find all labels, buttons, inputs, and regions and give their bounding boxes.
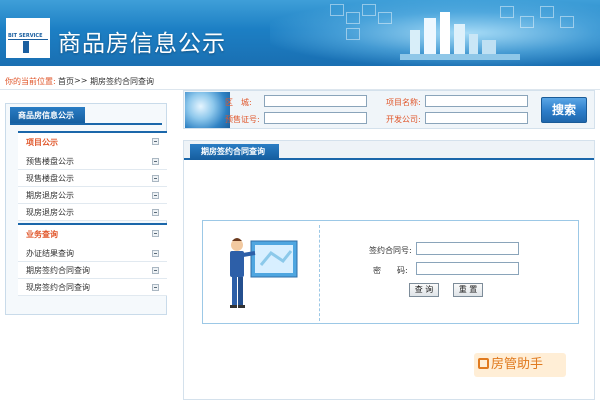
sidebar: 商品房信息公示 项目公示 预售楼盘公示 现售楼盘公示 期房退房公示 现房退房公示… xyxy=(5,103,167,315)
sidebar-item-label: 预售楼盘公示 xyxy=(26,157,74,166)
breadcrumb-current: 期房签约合同查询 xyxy=(90,77,154,86)
password-label: 密 码: xyxy=(373,266,408,275)
logo: BIT SERVICE xyxy=(6,18,50,58)
district-input[interactable] xyxy=(264,95,367,107)
developer-label: 开发公司: xyxy=(386,115,421,124)
logo-mark-icon xyxy=(23,41,29,53)
collapse-icon[interactable] xyxy=(152,138,159,145)
sidebar-item-presale[interactable]: 预售楼盘公示 xyxy=(18,153,167,170)
presale-permit-input[interactable] xyxy=(264,112,367,124)
hex-decoration xyxy=(520,16,534,28)
collapse-icon[interactable] xyxy=(152,230,159,237)
sidebar-item-label: 办证结果查询 xyxy=(26,249,74,258)
breadcrumb: 你的当前位置: 首页 >> 期房签约合同查询 xyxy=(0,66,600,90)
tab-bar: 期房签约合同查询 xyxy=(184,141,594,160)
collapse-icon xyxy=(152,209,159,216)
hex-decoration xyxy=(362,4,376,16)
project-name-input[interactable] xyxy=(425,95,528,107)
breadcrumb-home-link[interactable]: 首页 xyxy=(58,76,74,87)
sidebar-item-label: 现房退房公示 xyxy=(26,208,74,217)
search-panel: 区 城: 项目名称: 预售证号: 开发公司: 搜索 xyxy=(183,90,595,129)
collapse-icon xyxy=(152,175,159,182)
house-manager-icon xyxy=(478,358,489,369)
contract-number-label: 签约合同号: xyxy=(369,246,412,255)
sidebar-group-project: 项目公示 预售楼盘公示 现售楼盘公示 期房退房公示 现房退房公示 xyxy=(18,131,167,221)
tab-presale-contract-query[interactable]: 期房签约合同查询 xyxy=(190,144,279,160)
collapse-icon xyxy=(152,284,159,291)
sidebar-group-label: 业务查询 xyxy=(26,230,58,239)
hex-decoration xyxy=(560,16,574,28)
hex-decoration xyxy=(346,12,360,24)
breadcrumb-label: 你的当前位置: xyxy=(5,77,56,86)
collapse-icon xyxy=(152,250,159,257)
hex-decoration xyxy=(540,6,554,18)
logo-rule xyxy=(8,39,48,40)
breadcrumb-separator: >> xyxy=(74,76,88,85)
hex-decoration xyxy=(330,4,344,16)
sidebar-item-spot-contract[interactable]: 现房签约合同查询 xyxy=(18,279,167,296)
sidebar-heading: 商品房信息公示 xyxy=(10,107,85,124)
query-form: 签约合同号: 密 码: 查 询 重 置 xyxy=(202,220,579,324)
reset-button[interactable]: 重 置 xyxy=(453,283,483,297)
sidebar-heading-rule xyxy=(10,123,162,125)
sidebar-group-label: 项目公示 xyxy=(26,138,58,147)
collapse-icon xyxy=(152,158,159,165)
presale-permit-label: 预售证号: xyxy=(225,115,260,124)
hex-decoration xyxy=(378,12,392,24)
contract-number-input[interactable] xyxy=(416,242,519,255)
sidebar-item-label: 现房签约合同查询 xyxy=(26,283,90,292)
sidebar-item-spot-sale[interactable]: 现售楼盘公示 xyxy=(18,170,167,187)
developer-input[interactable] xyxy=(425,112,528,124)
district-label: 区 城: xyxy=(225,98,252,107)
query-button[interactable]: 查 询 xyxy=(409,283,439,297)
sidebar-group-title[interactable]: 业务查询 xyxy=(18,223,167,245)
project-name-label: 项目名称: xyxy=(386,98,421,107)
watermark-text: 房管助手 xyxy=(491,357,544,372)
collapse-icon xyxy=(152,192,159,199)
sidebar-item-label: 现售楼盘公示 xyxy=(26,174,74,183)
sidebar-item-spot-return[interactable]: 现房退房公示 xyxy=(18,204,167,221)
watermark-badge: 房管助手 xyxy=(474,353,566,377)
search-button[interactable]: 搜索 xyxy=(541,97,587,123)
sidebar-item-label: 期房退房公示 xyxy=(26,191,74,200)
site-header: BIT SERVICE 商品房信息公示 xyxy=(0,0,600,66)
sidebar-group-business: 业务查询 办证结果查询 期房签约合同查询 现房签约合同查询 xyxy=(18,223,167,296)
sidebar-group-title[interactable]: 项目公示 xyxy=(18,131,167,153)
sidebar-item-presale-contract[interactable]: 期房签约合同查询 xyxy=(18,262,167,279)
sidebar-item-presale-return[interactable]: 期房退房公示 xyxy=(18,187,167,204)
form-divider xyxy=(319,225,320,321)
collapse-icon xyxy=(152,267,159,274)
presenter-illustration-icon xyxy=(230,238,298,308)
password-input[interactable] xyxy=(416,262,519,275)
hex-decoration xyxy=(346,28,360,40)
sidebar-item-certificate-result[interactable]: 办证结果查询 xyxy=(18,245,167,262)
city-skyline-icon xyxy=(400,12,520,60)
globe-icon xyxy=(185,92,230,128)
site-title: 商品房信息公示 xyxy=(58,31,226,57)
sidebar-item-label: 期房签约合同查询 xyxy=(26,266,90,275)
